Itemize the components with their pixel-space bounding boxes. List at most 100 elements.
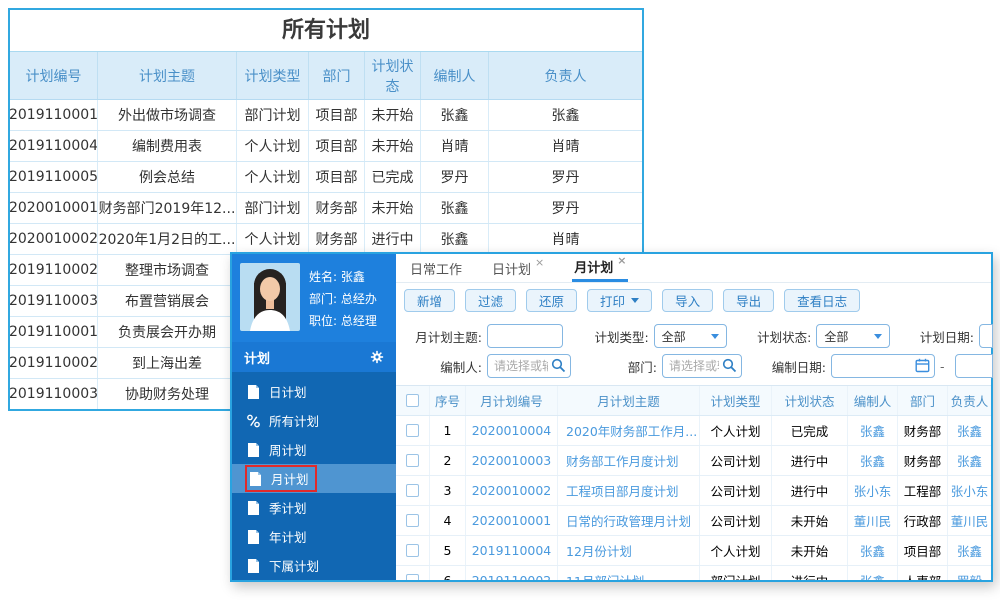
reset-button[interactable]: 还原 <box>526 289 578 312</box>
table-row[interactable]: 2019110005 例会总结 个人计划 项目部 已完成 罗丹 罗丹 <box>10 162 642 193</box>
status-select[interactable]: 全部 <box>816 324 890 348</box>
sidebar-item-subordinate-plan[interactable]: 下属计划 <box>232 551 396 580</box>
cell-creator-link[interactable]: 张鑫 <box>848 536 898 565</box>
cell-status: 未开始 <box>772 536 848 565</box>
row-checkbox[interactable] <box>406 424 419 437</box>
cell-subject-link[interactable]: 财务部工作月度计划 <box>558 446 700 475</box>
import-button[interactable]: 导入 <box>662 289 714 312</box>
row-checkbox[interactable] <box>406 544 419 557</box>
cell-owner-link[interactable]: 董川民 <box>948 506 991 535</box>
cell-index: 6 <box>430 566 466 580</box>
table-row[interactable]: 2 2020010003 财务部工作月度计划 公司计划 进行中 张鑫 财务部 张… <box>396 446 991 476</box>
table-row[interactable]: 5 2019110004 12月份计划 个人计划 未开始 张鑫 项目部 张鑫 <box>396 536 991 566</box>
cell-plan-no-link[interactable]: 2020010001 <box>466 506 558 535</box>
document-icon <box>248 442 259 457</box>
cell-subject-link[interactable]: 12月份计划 <box>558 536 700 565</box>
cell-owner-link[interactable]: 张小东 <box>948 476 991 505</box>
cell-type: 个人计划 <box>237 131 309 161</box>
cell-status: 已完成 <box>365 162 421 192</box>
column-header-owner: 负责人 <box>950 394 989 409</box>
table-row[interactable]: 4 2020010001 日常的行政管理月计划 公司计划 未开始 董川民 行政部… <box>396 506 991 536</box>
row-checkbox[interactable] <box>406 484 419 497</box>
creator-filter-label: 编制人: <box>440 359 482 375</box>
table-row[interactable]: 2020010001 财务部门2019年12... 部门计划 财务部 未开始 张… <box>10 193 642 224</box>
sidebar-item-quarterly-plan[interactable]: 季计划 <box>232 493 396 522</box>
create-date-to-input[interactable] <box>954 354 993 378</box>
tab-daily-work[interactable]: 日常工作 <box>408 254 464 282</box>
cell-dept: 行政部 <box>898 506 948 535</box>
type-select[interactable]: 全部 <box>653 324 728 348</box>
cell-subject-link[interactable]: 日常的行政管理月计划 <box>558 506 700 535</box>
cell-creator-link[interactable]: 董川民 <box>848 506 898 535</box>
cell-plan-no-link[interactable]: 2020010004 <box>466 416 558 445</box>
sidebar-item-monthly-plan[interactable]: 月计划 <box>232 464 396 493</box>
toolbar: 新增 过滤 还原 打印 导入 导出 查看日志 <box>396 283 991 317</box>
table-row[interactable]: 2019110001 外出做市场调查 部门计划 项目部 未开始 张鑫 张鑫 <box>10 100 642 131</box>
cell-creator: 肖晴 <box>421 131 489 161</box>
cell-type: 公司计划 <box>700 476 772 505</box>
sidebar-item-all-plans[interactable]: 所有计划 <box>232 406 396 435</box>
cell-plan-no-link[interactable]: 2020010003 <box>466 446 558 475</box>
cell-owner-link[interactable]: 张鑫 <box>948 536 991 565</box>
cell-creator-link[interactable]: 张鑫 <box>848 416 898 445</box>
sidebar-item-weekly-plan[interactable]: 周计划 <box>232 435 396 464</box>
cell-owner-link[interactable]: 张鑫 <box>948 416 991 445</box>
cell-plan-no-link[interactable]: 2019110004 <box>466 536 558 565</box>
sidebar-item-daily-plan[interactable]: 日计划 <box>232 377 396 406</box>
cell-creator-link[interactable]: 张鑫 <box>848 566 898 580</box>
cell-creator-link[interactable]: 张小东 <box>848 476 898 505</box>
column-header-creator: 编制人 <box>848 386 898 415</box>
subject-input[interactable] <box>487 324 563 348</box>
row-checkbox[interactable] <box>406 514 419 527</box>
cell-type: 部门计划 <box>237 193 309 223</box>
tab-close-icon[interactable]: × <box>617 254 626 267</box>
cell-owner-link[interactable]: 罗毅 <box>948 566 991 580</box>
export-button[interactable]: 导出 <box>723 289 775 312</box>
cell-dept: 项目部 <box>309 131 365 161</box>
view-log-button[interactable]: 查看日志 <box>784 289 861 312</box>
tab-close-icon[interactable]: × <box>535 256 544 269</box>
cell-type: 个人计划 <box>700 536 772 565</box>
row-checkbox[interactable] <box>406 574 419 580</box>
cell-plan-no: 2019110002 <box>10 255 98 285</box>
tab-monthly-plan[interactable]: 月计划 × <box>572 254 629 282</box>
cell-plan-no-link[interactable]: 2020010002 <box>466 476 558 505</box>
sidebar-item-yearly-plan[interactable]: 年计划 <box>232 522 396 551</box>
plan-date-input[interactable] <box>978 324 993 348</box>
document-icon <box>250 471 261 486</box>
filter-button[interactable]: 过滤 <box>465 289 517 312</box>
table-row[interactable]: 6 2019110002 11月部门计划 部门计划 进行中 张鑫 人事部 罗毅 <box>396 566 991 580</box>
column-header-index: 序号 <box>430 386 466 415</box>
dept-filter-label: 部门: <box>627 359 657 375</box>
cell-subject: 财务部门2019年12... <box>98 193 237 223</box>
cell-dept: 财务部 <box>898 446 948 475</box>
add-button[interactable]: 新增 <box>404 289 456 312</box>
cell-subject-link[interactable]: 11月部门计划 <box>558 566 700 580</box>
document-icon <box>248 558 259 573</box>
monthly-plan-table: 序号 月计划编号 月计划主题 计划类型 计划状态 编制人 部门 负责人 1 20… <box>396 385 991 580</box>
table-row[interactable]: 2019110004 编制费用表 个人计划 项目部 未开始 肖晴 肖晴 <box>10 131 642 162</box>
calendar-icon[interactable] <box>915 358 930 373</box>
search-icon[interactable] <box>551 358 566 373</box>
search-icon[interactable] <box>722 358 737 373</box>
cell-subject-link[interactable]: 2020年财务部工作月... <box>558 416 700 445</box>
type-filter-label: 计划类型: <box>594 329 649 345</box>
cell-plan-no-link[interactable]: 2019110002 <box>466 566 558 580</box>
tab-daily-plan[interactable]: 日计划 × <box>490 254 546 282</box>
cell-creator-link[interactable]: 张鑫 <box>848 446 898 475</box>
select-all-checkbox[interactable] <box>406 394 419 407</box>
print-button[interactable]: 打印 <box>587 289 653 312</box>
table-row[interactable]: 3 2020010002 工程项目部月度计划 公司计划 进行中 张小东 工程部 … <box>396 476 991 506</box>
cell-owner-link[interactable]: 张鑫 <box>948 446 991 475</box>
table-row[interactable]: 1 2020010004 2020年财务部工作月... 个人计划 已完成 张鑫 … <box>396 416 991 446</box>
sidebar-section-plan[interactable]: 计划 <box>232 342 396 372</box>
gear-icon[interactable] <box>370 350 384 364</box>
link-icon <box>247 414 260 427</box>
section-label: 计划 <box>244 351 271 367</box>
profile-info: 姓名: 张鑫 部门: 总经办 职位: 总经理 <box>309 263 377 334</box>
cell-subject-link[interactable]: 工程项目部月度计划 <box>558 476 700 505</box>
cell-subject: 协助财务处理 <box>98 379 237 409</box>
table-row[interactable]: 2020010002 2020年1月2日的工... 个人计划 财务部 进行中 张… <box>10 224 642 255</box>
row-checkbox[interactable] <box>406 454 419 467</box>
cell-plan-no: 2019110003 <box>10 379 98 409</box>
